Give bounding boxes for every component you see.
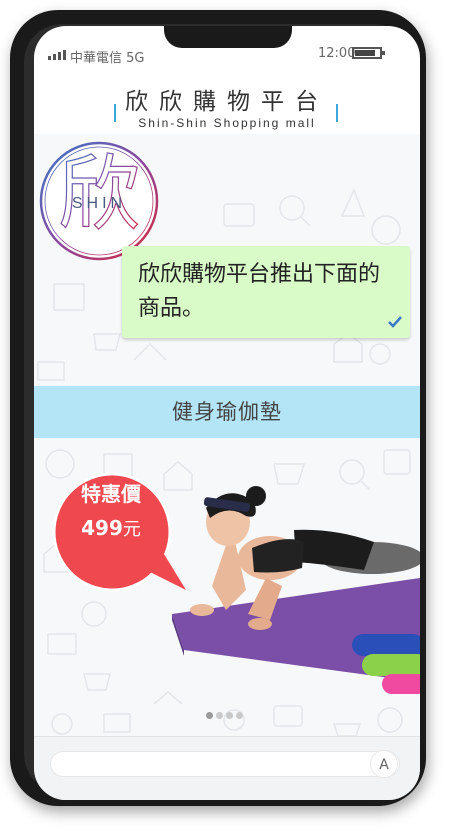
category-bar[interactable]: 健身瑜伽墊 [34,386,420,438]
carousel-indicator[interactable] [206,712,243,719]
app-title: 欣欣購物平台 [125,89,329,115]
phone-notch [164,26,292,48]
header-divider-right [336,104,338,122]
carousel-dot[interactable] [226,712,233,719]
shin-logo: 欣 SHIN [39,141,159,261]
battery-icon [352,47,385,59]
logo-text: SHIN [72,195,126,212]
carousel-dot[interactable] [216,712,223,719]
badge-title: 特惠價 [81,482,141,506]
phone-frame: 中華電信 5G 12:00 欣欣購物平台 Shin-Shin Shopping … [10,10,426,806]
carrier-label: 中華電信 5G [70,51,145,66]
status-time: 12:00 [318,46,356,61]
category-label: 健身瑜伽墊 [172,400,282,424]
price-unit: 元 [122,519,141,540]
keyboard-toggle-button[interactable]: A [370,750,398,778]
product-image[interactable]: 特惠價 499元 [34,438,420,700]
price-badge-text: 特惠價 499元 [46,478,176,541]
carousel-dot[interactable] [206,712,213,719]
input-bar: A [34,736,420,800]
read-check-icon [388,316,402,328]
app-header: 欣欣購物平台 Shin-Shin Shopping mall [34,76,420,136]
message-input[interactable] [50,751,400,777]
phone-screen: 中華電信 5G 12:00 欣欣購物平台 Shin-Shin Shopping … [34,26,420,800]
price-value: 499 [81,516,123,540]
chat-message: 欣欣購物平台推出下面的商品。 [138,262,381,321]
header-divider-left [114,104,116,122]
price-line: 499元 [46,515,176,541]
signal-icon [48,50,66,60]
chat-bubble[interactable]: 欣欣購物平台推出下面的商品。 [122,246,410,338]
app-subtitle: Shin-Shin Shopping mall [138,116,316,130]
carousel-dot[interactable] [236,712,243,719]
chat-content[interactable]: 欣 SHIN 欣欣購物平台推出下面的商品。 健身瑜伽墊 特惠價 499元 [34,134,420,736]
